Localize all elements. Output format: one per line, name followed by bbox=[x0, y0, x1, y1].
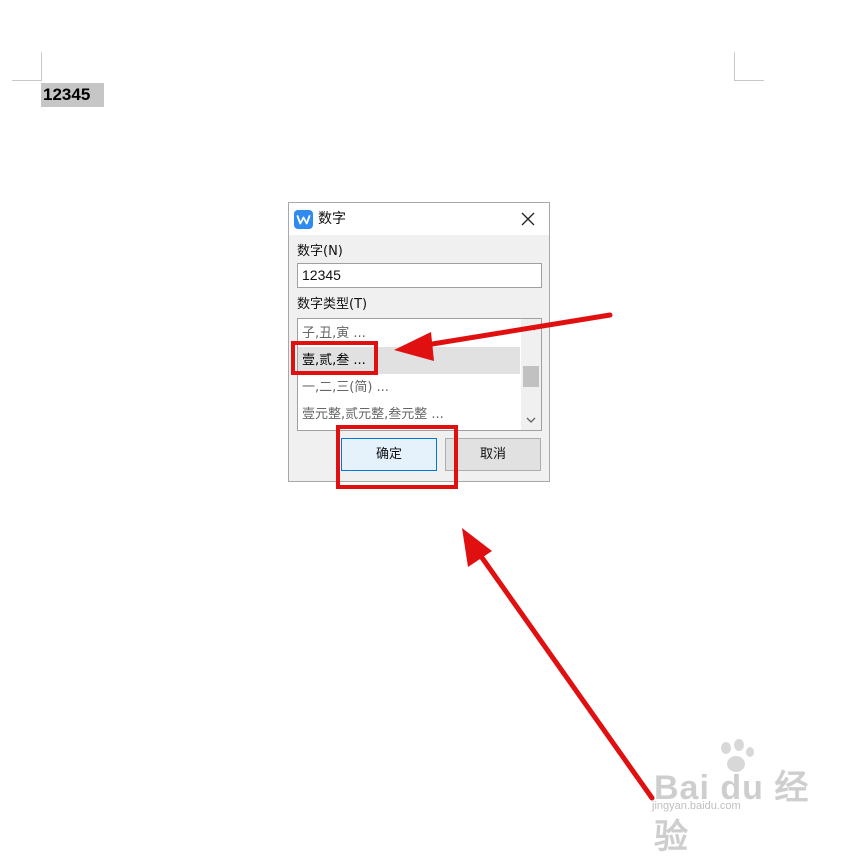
baidu-jingyan-watermark: Bai du 经验 jingyan.baidu.com bbox=[640, 738, 810, 856]
watermark-url: jingyan.baidu.com bbox=[652, 800, 741, 812]
annotation-arrows bbox=[394, 312, 655, 801]
arrow-to-selected-item bbox=[394, 312, 613, 361]
arrow-to-ok-button bbox=[462, 528, 655, 801]
